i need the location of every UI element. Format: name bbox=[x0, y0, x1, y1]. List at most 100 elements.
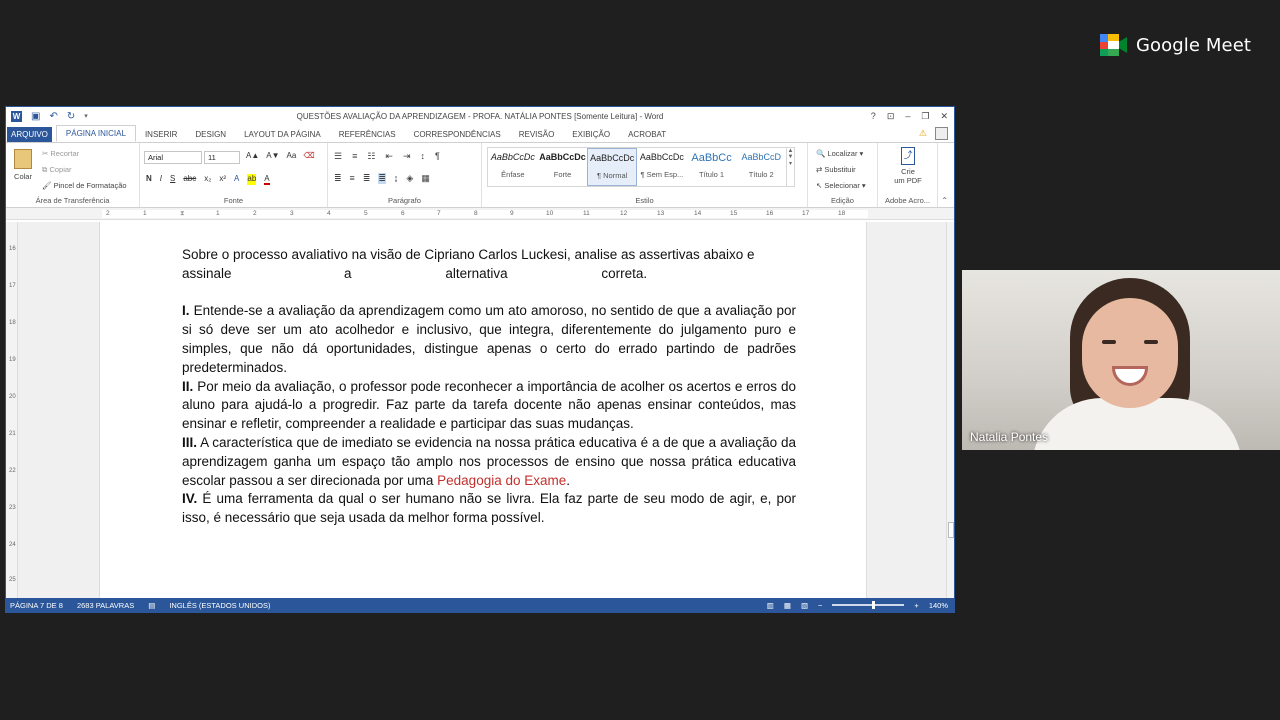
adobe-group: ⤴ Crie um PDF Adobe Acro... bbox=[878, 143, 938, 207]
italic-button[interactable]: I bbox=[160, 174, 162, 185]
paste-button[interactable]: Colar bbox=[12, 149, 34, 181]
align-right-icon[interactable]: ≣ bbox=[363, 173, 371, 184]
warning-icon[interactable]: ⚠ bbox=[919, 128, 927, 139]
bullets-icon[interactable]: ☰ bbox=[334, 151, 342, 162]
adobe-label: Adobe Acro... bbox=[884, 196, 931, 205]
find-button[interactable]: 🔍 Localizar ▾ bbox=[816, 149, 863, 158]
tab-acrobat[interactable]: ACROBAT bbox=[619, 130, 675, 142]
superscript-button[interactable]: x² bbox=[219, 174, 226, 185]
style-titulo-2[interactable]: AaBbCcD Título 2 bbox=[736, 148, 786, 186]
participant-tile[interactable]: Natalia Pontes bbox=[962, 270, 1280, 450]
read-mode-icon[interactable]: ▥ bbox=[767, 601, 774, 610]
window-title: QUESTÕES AVALIAÇÃO DA APRENDIZAGEM - PRO… bbox=[296, 111, 664, 121]
undo-icon[interactable]: ↶ bbox=[49, 111, 57, 122]
web-layout-icon[interactable]: ▧ bbox=[801, 601, 808, 610]
styles-scroll-icon[interactable]: ▲ ▼ ▾ bbox=[786, 148, 794, 186]
meet-stage: Google Meet Natalia Pontes W ▣ ↶ ↻ ▾ QUE… bbox=[0, 0, 1280, 720]
account-avatar[interactable] bbox=[935, 127, 948, 140]
tab-arquivo[interactable]: ARQUIVO bbox=[7, 127, 52, 142]
word-logo-icon: W bbox=[11, 110, 22, 122]
zoom-slider[interactable] bbox=[832, 601, 905, 609]
assertion-i: I. Entende-se a avaliação da aprendizage… bbox=[182, 303, 796, 375]
tab-referencias[interactable]: REFERÊNCIAS bbox=[330, 130, 405, 142]
shading-icon[interactable]: ◈ bbox=[406, 173, 413, 184]
subscript-button[interactable]: x₂ bbox=[204, 174, 211, 185]
select-button[interactable]: ↖ Selecionar ▾ bbox=[816, 181, 866, 190]
decrease-indent-icon[interactable]: ⇤ bbox=[385, 151, 393, 162]
page-count[interactable]: PÁGINA 7 DE 8 bbox=[10, 601, 63, 610]
indent-marker-icon[interactable]: ⧗ bbox=[180, 210, 185, 218]
document-body[interactable]: Sobre o processo avaliativo na visão de … bbox=[182, 246, 796, 528]
text-effects-icon[interactable]: A bbox=[234, 174, 239, 185]
status-bar: PÁGINA 7 DE 8 2683 PALAVRAS ▤ INGLÊS (ES… bbox=[6, 598, 954, 612]
copy-button[interactable]: ⧉ Copiar bbox=[42, 165, 72, 175]
font-color-icon[interactable]: A bbox=[264, 174, 270, 185]
font-size-field[interactable]: 11 bbox=[204, 151, 240, 164]
clipboard-label: Área de Transferência bbox=[35, 196, 110, 205]
shrink-font-icon[interactable]: A▼ bbox=[266, 151, 279, 160]
proofing-icon[interactable]: ▤ bbox=[148, 601, 155, 610]
style-titulo-1[interactable]: AaBbCc Título 1 bbox=[687, 148, 737, 186]
tab-layout[interactable]: LAYOUT DA PÁGINA bbox=[235, 130, 330, 142]
clear-format-icon[interactable]: ⌫ bbox=[303, 151, 314, 160]
style-sem-espacamento[interactable]: AaBbCcDc ¶ Sem Esp... bbox=[637, 148, 687, 186]
show-marks-icon[interactable]: ¶ bbox=[435, 151, 440, 162]
grow-font-icon[interactable]: A▲ bbox=[246, 151, 259, 160]
zoom-in-button[interactable]: + bbox=[914, 601, 918, 610]
underline-button[interactable]: S bbox=[170, 174, 175, 185]
vertical-scrollbar[interactable] bbox=[946, 222, 954, 598]
save-icon[interactable]: ▣ bbox=[31, 111, 40, 122]
redo-icon[interactable]: ↻ bbox=[67, 111, 75, 122]
tab-revisao[interactable]: REVISÃO bbox=[510, 130, 564, 142]
font-group: Arial 11 A▲ A▼ Aa ⌫ N I S abc x₂ x² A ab bbox=[140, 143, 328, 207]
ribbon-tabs: ARQUIVO PÁGINA INICIAL INSERIR DESIGN LA… bbox=[6, 125, 954, 142]
customize-toolbar-icon[interactable]: ▾ bbox=[84, 112, 88, 120]
create-pdf-button[interactable]: ⤴ Crie um PDF bbox=[888, 147, 928, 185]
tab-correspondencias[interactable]: CORRESPONDÊNCIAS bbox=[405, 130, 510, 142]
collapse-ribbon-icon[interactable]: ⌃ bbox=[941, 196, 948, 205]
bold-button[interactable]: N bbox=[146, 174, 152, 185]
strikethrough-button[interactable]: abc bbox=[183, 174, 196, 185]
tab-inserir[interactable]: INSERIR bbox=[136, 130, 186, 142]
word-count[interactable]: 2683 PALAVRAS bbox=[77, 601, 134, 610]
print-layout-icon[interactable]: ▦ bbox=[784, 601, 791, 610]
sort-icon[interactable]: ↕ bbox=[421, 151, 426, 162]
font-name-field[interactable]: Arial bbox=[144, 151, 202, 164]
style-enfase[interactable]: AaBbCcDc Ênfase bbox=[488, 148, 538, 186]
multilevel-icon[interactable]: ☷ bbox=[367, 151, 375, 162]
document-page[interactable]: Sobre o processo avaliativo na visão de … bbox=[99, 222, 867, 598]
style-normal[interactable]: AaBbCcDc ¶ Normal bbox=[587, 148, 638, 186]
cut-button[interactable]: ✂ Recortar bbox=[42, 149, 79, 158]
editing-label: Edição bbox=[831, 196, 854, 205]
minimize-button[interactable]: – bbox=[905, 111, 910, 122]
assertion-iii: III. A característica que de imediato se… bbox=[182, 434, 796, 488]
vertical-ruler[interactable]: 16 17 18 19 20 21 22 23 24 25 bbox=[6, 222, 18, 598]
increase-indent-icon[interactable]: ⇥ bbox=[403, 151, 411, 162]
help-button[interactable]: ? bbox=[871, 111, 876, 122]
zoom-out-button[interactable]: − bbox=[818, 601, 822, 610]
clipboard-group: Colar ✂ Recortar ⧉ Copiar 🖌 Pincel de Fo… bbox=[6, 143, 140, 207]
highlight-icon[interactable]: ab bbox=[247, 174, 257, 185]
tab-design[interactable]: DESIGN bbox=[186, 130, 235, 142]
align-left-icon[interactable]: ≣ bbox=[334, 173, 342, 184]
language-status[interactable]: INGLÊS (ESTADOS UNIDOS) bbox=[169, 601, 270, 610]
horizontal-ruler[interactable]: 2 1 ⧗ 1 2 3 4 5 6 7 8 9 10 11 12 13 14 1… bbox=[6, 208, 954, 220]
tab-exibicao[interactable]: EXIBIÇÃO bbox=[563, 130, 619, 142]
ribbon-display-button[interactable]: ⊡ bbox=[887, 111, 895, 122]
tab-pagina-inicial[interactable]: PÁGINA INICIAL bbox=[55, 125, 136, 142]
restore-button[interactable]: ❐ bbox=[921, 111, 929, 122]
style-forte[interactable]: AaBbCcDc Forte bbox=[538, 148, 588, 186]
line-spacing-icon[interactable]: ↨ bbox=[394, 173, 399, 184]
styles-group: AaBbCcDc Ênfase AaBbCcDc Forte AaBbCcDc ¶ N… bbox=[482, 143, 808, 207]
scrollbar-thumb[interactable] bbox=[948, 522, 954, 538]
justify-icon[interactable]: ≣ bbox=[378, 173, 386, 184]
format-painter-button[interactable]: 🖌 Pincel de Formatação bbox=[42, 181, 127, 190]
zoom-level[interactable]: 140% bbox=[929, 601, 948, 610]
numbering-icon[interactable]: ≡ bbox=[352, 151, 357, 162]
replace-button[interactable]: ⇄ Substituir bbox=[816, 165, 856, 174]
change-case-icon[interactable]: Aa bbox=[287, 151, 297, 160]
align-center-icon[interactable]: ≡ bbox=[350, 173, 355, 184]
close-button[interactable]: ✕ bbox=[940, 111, 948, 122]
borders-icon[interactable]: ▦ bbox=[421, 173, 430, 184]
assertion-iv: IV. É uma ferramenta da qual o ser human… bbox=[182, 491, 796, 526]
